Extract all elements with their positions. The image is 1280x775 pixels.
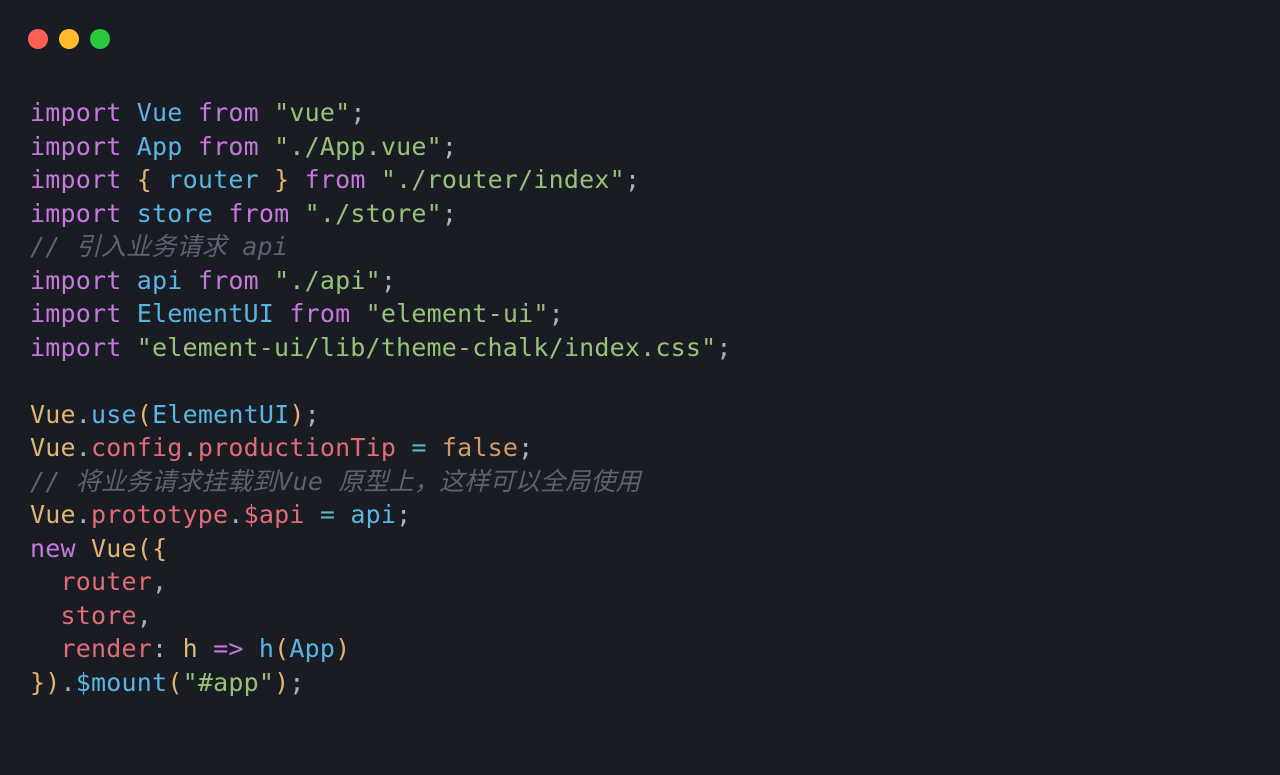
prop-productiontip: productionTip <box>198 433 396 462</box>
string-router-index: "./router/index" <box>381 165 625 194</box>
string-app-vue: "./App.vue" <box>274 132 442 161</box>
minimize-icon[interactable] <box>59 29 79 49</box>
propkey-router: router <box>61 567 153 596</box>
maximize-icon[interactable] <box>90 29 110 49</box>
prop-config: config <box>91 433 183 462</box>
window-titlebar <box>0 0 1280 60</box>
identifier-app: App <box>137 132 183 161</box>
prop-dollar-api: $api <box>244 500 305 529</box>
string-elementui-css: "element-ui/lib/theme-chalk/index.css" <box>137 333 717 362</box>
prop-prototype: prototype <box>91 500 228 529</box>
string-store: "./store" <box>305 199 442 228</box>
identifier-elementui: ElementUI <box>137 299 274 328</box>
string-api: "./api" <box>274 266 381 295</box>
identifier-router: router <box>167 165 259 194</box>
method-use: use <box>91 400 137 429</box>
close-icon[interactable] <box>28 29 48 49</box>
identifier-vue: Vue <box>137 98 183 127</box>
identifier-api: api <box>137 266 183 295</box>
comment-prototype: // 将业务请求挂载到Vue 原型上，这样可以全局使用 <box>30 467 641 496</box>
string-vue: "vue" <box>274 98 350 127</box>
propkey-store: store <box>61 601 137 630</box>
comment-import-api: // 引入业务请求 api <box>30 232 288 261</box>
keyword-import: import <box>30 98 122 127</box>
string-element-ui: "element-ui" <box>366 299 549 328</box>
code-editor: import Vue from "vue"; import App from "… <box>0 60 1280 699</box>
identifier-store: store <box>137 199 213 228</box>
method-mount: $mount <box>76 668 168 697</box>
keyword-new: new <box>30 534 76 563</box>
propkey-render: render <box>61 634 153 663</box>
string-app-mount: "#app" <box>183 668 275 697</box>
const-false: false <box>442 433 518 462</box>
